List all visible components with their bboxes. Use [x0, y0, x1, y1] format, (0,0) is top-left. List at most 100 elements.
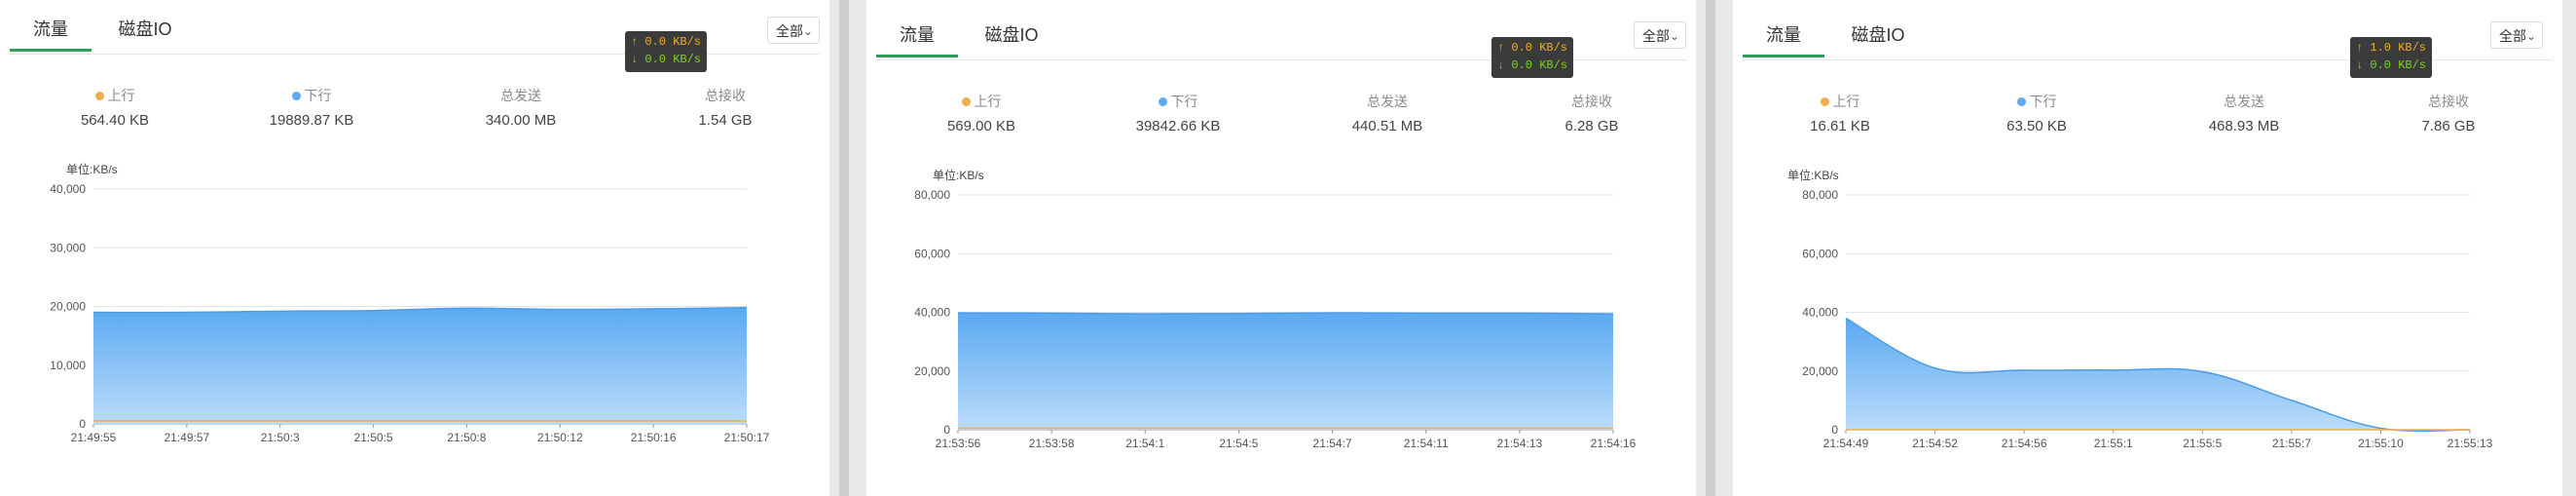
stat-total-received: 总接收 6.28 GB	[1514, 93, 1670, 136]
x-tick-label: 21:55:5	[2183, 437, 2222, 450]
x-tick-label: 21:50:5	[354, 431, 393, 444]
stat-total-sent-label: 总发送	[2224, 94, 2264, 109]
x-tick-label: 21:50:8	[447, 431, 486, 444]
tooltip-download-speed: ↓ 0.0 KB/s	[1497, 58, 1568, 72]
range-select-value: 全部	[2499, 28, 2526, 44]
range-select[interactable]: 全部 ⌄	[1634, 21, 1686, 49]
y-tick-label: 80,000	[1802, 188, 1838, 202]
stat-total-sent-value: 440.51 MB	[1351, 118, 1423, 134]
y-tick-label: 80,000	[914, 188, 950, 202]
stat-upload: 上行 569.00 KB	[903, 93, 1059, 136]
range-select[interactable]: 全部 ⌄	[767, 17, 820, 44]
download-legend-dot	[1158, 97, 1167, 106]
download-series-area	[1846, 318, 2470, 432]
stat-download-value: 63.50 KB	[2006, 118, 2067, 134]
download-series-line	[957, 312, 1614, 315]
speed-tooltip: ↑ 0.0 KB/s ↓ 0.0 KB/s	[625, 31, 707, 72]
x-tick-label: 21:49:55	[71, 431, 117, 444]
upload-legend-dot	[94, 92, 104, 100]
x-tick-label: 21:54:52	[1912, 437, 1958, 450]
y-tick-label: 40,000	[50, 182, 86, 196]
range-select-value: 全部	[776, 23, 803, 39]
y-tick-label: 0	[79, 417, 86, 431]
y-tick-label: 0	[1831, 423, 1838, 437]
stat-download-label: 下行	[1170, 94, 1198, 109]
download-legend-dot	[2016, 97, 2026, 106]
tab-traffic[interactable]: 流量	[1743, 6, 1824, 57]
stat-total-sent-label: 总发送	[500, 88, 541, 103]
chevron-down-icon: ⌄	[802, 24, 813, 38]
download-legend-dot	[291, 92, 301, 100]
x-tick-label: 21:54:7	[1313, 437, 1352, 450]
stat-download-label: 下行	[2029, 94, 2057, 109]
chevron-down-icon: ⌄	[2525, 29, 2536, 43]
speed-tooltip: ↑ 0.0 KB/s ↓ 0.0 KB/s	[1491, 37, 1573, 78]
x-tick-label: 21:53:58	[1029, 437, 1075, 450]
traffic-panel-1: 流量 磁盘IO 全部 ⌄ ↑ 0.0 KB/s ↓ 0.0 KB/s 上行 56…	[0, 0, 829, 496]
x-tick-label: 21:54:11	[1404, 437, 1449, 450]
tab-disk-io[interactable]: 磁盘IO	[1838, 6, 1918, 55]
stat-total-received-label: 总接收	[2428, 94, 2469, 109]
stat-total-received-value: 1.54 GB	[698, 112, 753, 129]
stat-upload-value: 564.40 KB	[80, 112, 150, 129]
stat-upload-label: 上行	[974, 94, 1002, 109]
panel-separator	[839, 0, 849, 496]
x-tick-label: 21:50:3	[261, 431, 300, 444]
stat-download: 下行 19889.87 KB	[234, 87, 389, 131]
stat-download-value: 39842.66 KB	[1135, 118, 1221, 134]
stat-total-sent: 总发送 340.00 MB	[443, 87, 599, 131]
download-series-area	[93, 307, 747, 424]
tooltip-upload-speed: ↑ 1.0 KB/s	[2356, 41, 2427, 55]
tooltip-download-speed: ↓ 0.0 KB/s	[2356, 58, 2427, 72]
stat-upload: 上行 16.61 KB	[1762, 93, 1918, 136]
y-tick-label: 20,000	[914, 364, 950, 378]
tooltip-upload-speed: ↑ 0.0 KB/s	[631, 35, 702, 49]
tab-traffic[interactable]: 流量	[10, 0, 92, 52]
download-series-area	[958, 313, 1613, 430]
traffic-panel-2: 流量 磁盘IO 全部 ⌄ ↑ 0.0 KB/s ↓ 0.0 KB/s 上行 56…	[866, 0, 1696, 496]
stat-upload: 上行 564.40 KB	[37, 87, 193, 131]
range-select[interactable]: 全部 ⌄	[2490, 21, 2543, 49]
stat-upload-value: 16.61 KB	[1810, 118, 1870, 134]
x-tick-label: 21:54:13	[1496, 437, 1542, 450]
upload-legend-dot	[1820, 97, 1829, 106]
stat-total-received-label: 总接收	[705, 88, 746, 103]
x-tick-label: 21:54:56	[2002, 437, 2047, 450]
tab-disk-io[interactable]: 磁盘IO	[972, 6, 1051, 55]
x-tick-label: 21:50:12	[537, 431, 583, 444]
traffic-chart-1: 0 10,000 20,000 30,000 40,000 21:49:55 21:49:5…	[50, 182, 770, 444]
y-tick-label: 40,000	[914, 306, 950, 320]
y-tick-label: 10,000	[50, 359, 86, 372]
stat-download-value: 19889.87 KB	[269, 112, 354, 129]
x-tick-label: 21:55:13	[2447, 437, 2493, 450]
x-tick-label: 21:55:7	[2272, 437, 2311, 450]
y-tick-label: 60,000	[914, 247, 950, 260]
stat-total-sent: 总发送 440.51 MB	[1309, 93, 1465, 136]
chevron-down-icon: ⌄	[1669, 29, 1679, 43]
stat-total-received-label: 总接收	[1571, 94, 1612, 109]
stat-total-received-value: 6.28 GB	[1564, 118, 1619, 134]
y-tick-label: 20,000	[1802, 364, 1838, 378]
tab-disk-io[interactable]: 磁盘IO	[105, 0, 185, 49]
stat-total-sent-value: 340.00 MB	[485, 112, 557, 129]
x-tick-label: 21:55:10	[2358, 437, 2404, 450]
tooltip-upload-speed: ↑ 0.0 KB/s	[1497, 41, 1568, 55]
stat-total-received-value: 7.86 GB	[2421, 118, 2476, 134]
x-tick-label: 21:54:16	[1591, 437, 1637, 450]
stat-total-sent-label: 总发送	[1367, 94, 1408, 109]
stat-total-received: 总接收 7.86 GB	[2371, 93, 2526, 136]
stat-download-label: 下行	[304, 88, 332, 103]
traffic-panel-3: 流量 磁盘IO 全部 ⌄ ↑ 1.0 KB/s ↓ 0.0 KB/s 上行 16…	[1733, 0, 2562, 496]
y-tick-label: 30,000	[50, 241, 86, 254]
x-tick-label: 21:50:16	[631, 431, 677, 444]
x-tick-label: 21:54:49	[1823, 437, 1869, 450]
y-tick-label: 20,000	[50, 300, 86, 314]
tooltip-download-speed: ↓ 0.0 KB/s	[631, 53, 702, 66]
traffic-chart-3: 0 20,000 40,000 60,000 80,000 21:54:49 21:54:5…	[1802, 188, 2493, 450]
tab-traffic[interactable]: 流量	[876, 6, 958, 57]
x-tick-label: 21:54:1	[1125, 437, 1164, 450]
x-tick-label: 21:55:1	[2094, 437, 2133, 450]
x-tick-label: 21:50:17	[724, 431, 770, 444]
y-tick-label: 0	[943, 423, 950, 437]
x-tick-label: 21:53:56	[936, 437, 981, 450]
